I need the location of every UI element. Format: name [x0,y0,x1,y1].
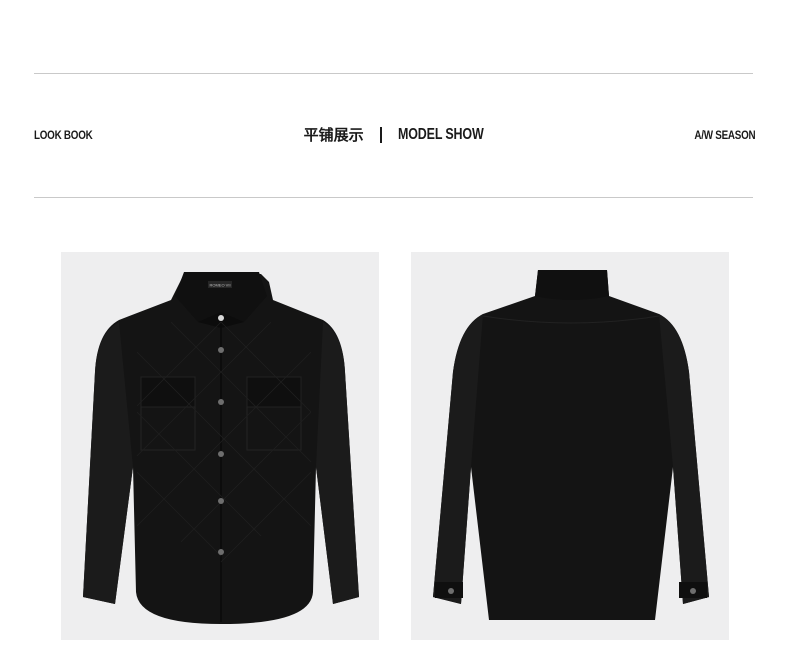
bottom-divider [34,197,753,198]
section-title-cn: 平铺展示 [303,126,364,144]
season-label: A/W SEASON [694,128,755,142]
section-title: 平铺展示 MODEL SHOW [34,124,755,145]
section-header: LOOK BOOK 平铺展示 MODEL SHOW A/W SEASON [34,124,755,150]
jacket-back-photo [411,252,729,640]
top-divider [34,73,753,74]
brand-tag-text: ROMEO VII [209,283,230,288]
jacket-front-image: ROMEO VII [83,272,359,624]
section-title-en: MODEL SHOW [397,125,484,143]
title-separator [379,126,382,143]
jacket-front-photo: ROMEO VII [61,252,379,640]
jacket-back-image [433,270,709,620]
